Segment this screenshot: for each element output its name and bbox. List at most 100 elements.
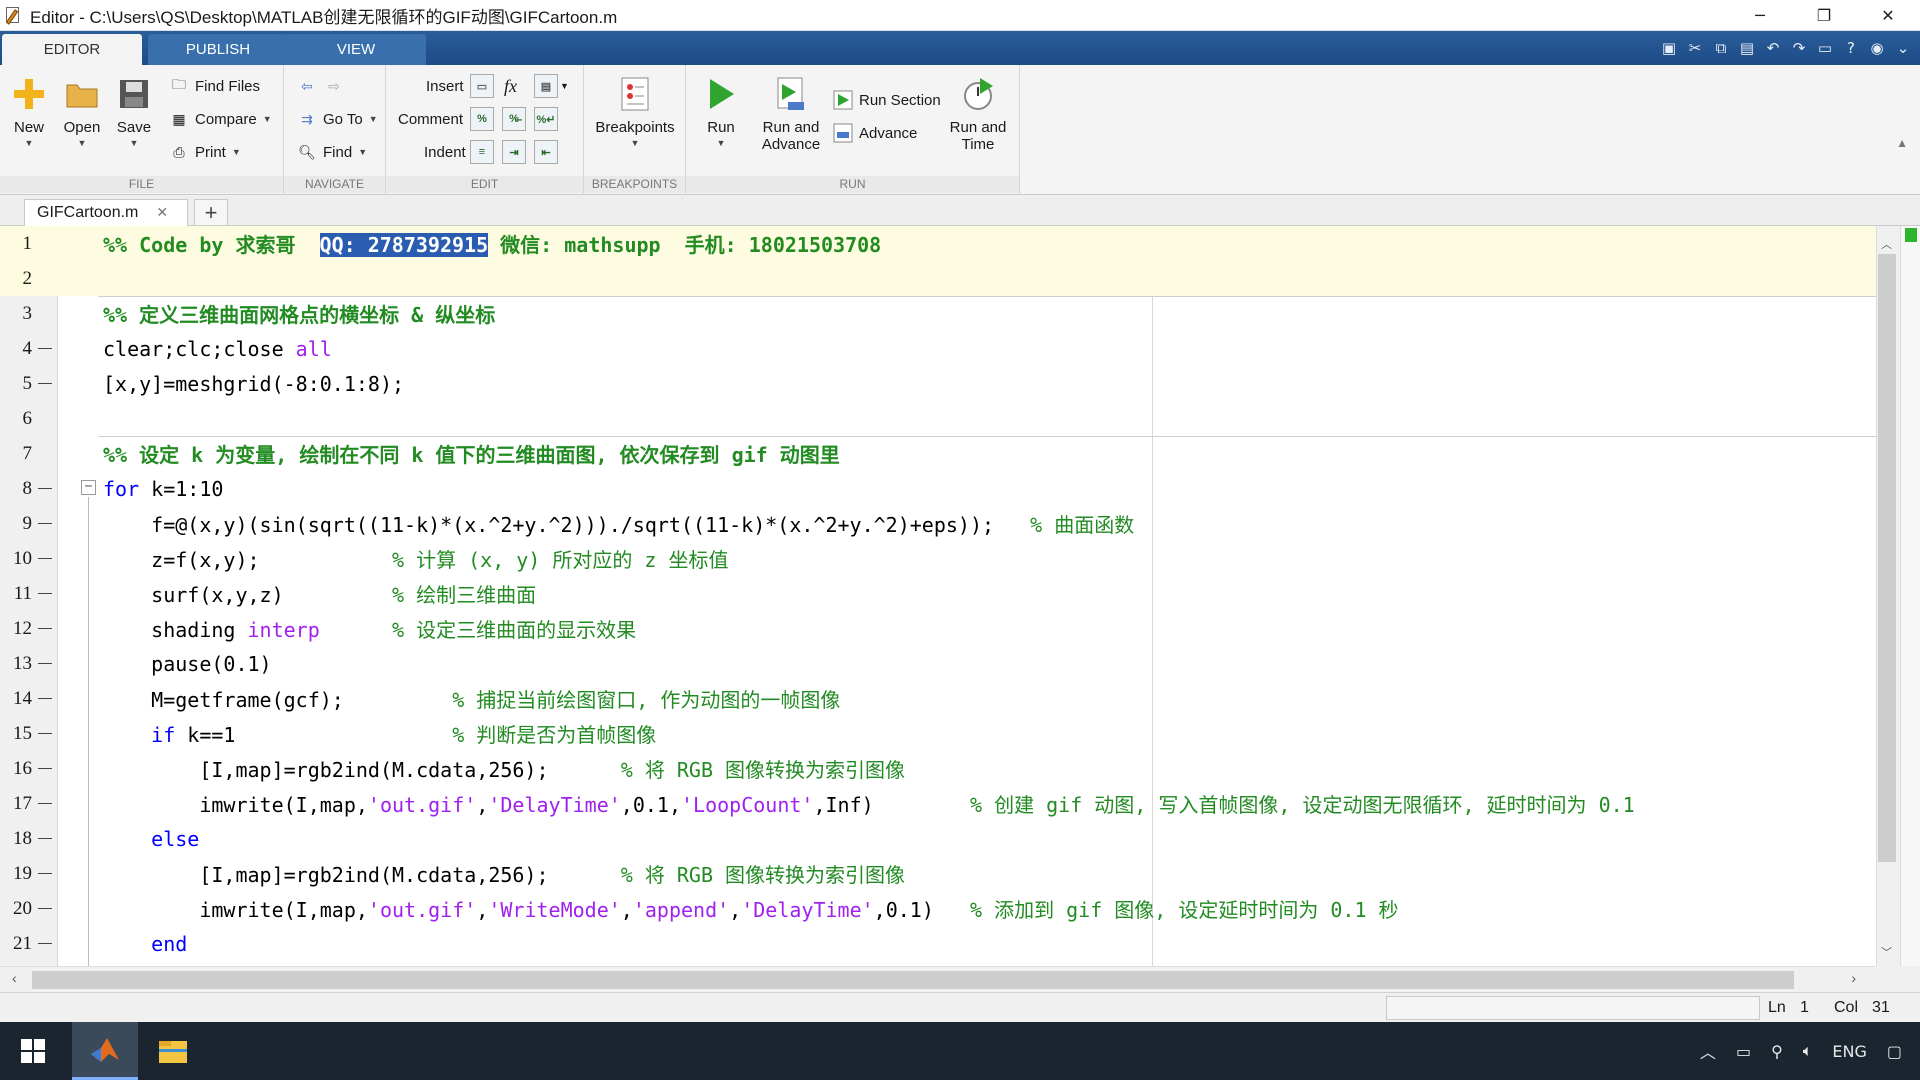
insert-button[interactable]: Insert <box>426 73 464 99</box>
line-label: Ln <box>1768 999 1786 1016</box>
code-line-6[interactable]: 6 <box>0 401 1876 436</box>
decrease-indent-icon[interactable]: ⇤ <box>534 140 558 164</box>
navigate-section-label: NAVIGATE <box>284 176 385 193</box>
close-tab-icon[interactable]: ✕ <box>156 205 168 221</box>
scroll-right-icon[interactable]: › <box>1851 970 1856 986</box>
notifications-icon[interactable]: ▢ <box>1887 1042 1902 1061</box>
code-line-5[interactable]: 5 [x,y]=meshgrid(-8:0.1:8); <box>0 366 1876 401</box>
document-tab-label: GIFCartoon.m <box>37 204 139 221</box>
fx-button[interactable]: fx <box>504 73 517 99</box>
code-line-7[interactable]: 7 %% 设定 k 为变量, 绘制在不同 k 值下的三维曲面图, 依次保存到 g… <box>0 436 1876 471</box>
run-and-time-button[interactable]: Run and Time <box>948 75 1008 153</box>
code-line-21[interactable]: 21 end <box>0 926 1876 961</box>
taskbar-file-explorer[interactable] <box>140 1022 206 1080</box>
code-analyzer-status-icon[interactable] <box>1905 228 1917 242</box>
expand-menu-icon[interactable]: ⌄ <box>1890 35 1916 61</box>
run-section-button[interactable]: Run Section <box>832 87 941 113</box>
maximize-button[interactable]: ❐ <box>1792 0 1856 31</box>
code-editor[interactable]: 1 %% Code by 求索哥 QQ: 2787392915 微信: math… <box>0 226 1876 966</box>
show-hidden-icons-icon[interactable]: ︿ <box>1700 1039 1716 1063</box>
horizontal-scroll-thumb[interactable] <box>32 971 1794 989</box>
language-indicator[interactable]: ENG <box>1832 1042 1866 1061</box>
code-line-16[interactable]: 16 [I,map]=rgb2ind(M.cdata,256); % 将 RGB… <box>0 751 1876 786</box>
scroll-down-icon[interactable]: ﹀ <box>1881 944 1892 960</box>
insert-section-icon[interactable]: ▭ <box>470 74 494 98</box>
find-button[interactable]: 🔍︎ Find ▼ <box>296 139 367 165</box>
comment-icon[interactable]: % <box>470 107 494 131</box>
minimize-button[interactable]: ─ <box>1728 0 1792 31</box>
code-line-9[interactable]: 9 f=@(x,y)(sin(sqrt((11-k)*(x.^2+y.^2)))… <box>0 506 1876 541</box>
quick-access-toolbar: ▣ ✂ ⧉ ▤ ↶ ↷ ▭ ? ◉ ⌄ <box>1656 31 1920 65</box>
advance-button[interactable]: Advance <box>832 120 917 146</box>
open-button[interactable]: Open ▼ <box>62 75 102 148</box>
find-files-icon: 🗀 <box>172 76 186 92</box>
code-line-17[interactable]: 17 imwrite(I,map,'out.gif','DelayTime',0… <box>0 786 1876 821</box>
document-tab-bar: GIFCartoon.m ✕ + <box>0 196 1920 226</box>
forward-arrow-icon[interactable]: ⇨ <box>323 75 345 97</box>
indent-button[interactable]: Indent <box>424 139 466 165</box>
code-line-10[interactable]: 10 z=f(x,y); % 计算 (x, y) 所对应的 z 坐标值 <box>0 541 1876 576</box>
code-line-3[interactable]: 3 %% 定义三维曲面网格点的横坐标 & 纵坐标 <box>0 296 1876 331</box>
code-line-15[interactable]: 15 if k==1 % 判断是否为首帧图像 <box>0 716 1876 751</box>
printer-icon: ⎙ <box>173 143 185 160</box>
taskbar-matlab[interactable] <box>72 1022 138 1080</box>
insert-function-icon[interactable]: ▤ <box>534 74 558 98</box>
breakpoints-button[interactable]: Breakpoints ▼ <box>594 75 676 148</box>
tab-view[interactable]: VIEW <box>286 34 426 65</box>
insert-dropdown[interactable]: ▼ <box>560 73 569 99</box>
tab-editor[interactable]: EDITOR <box>2 34 142 65</box>
find-files-button[interactable]: 🗀 Find Files <box>168 73 260 99</box>
comment-button[interactable]: Comment <box>398 106 463 132</box>
print-button[interactable]: ⎙ Print ▼ <box>168 139 240 165</box>
code-line-2[interactable]: 2 <box>0 261 1876 296</box>
save-icon[interactable]: ▣ <box>1656 35 1682 61</box>
wrap-comments-icon[interactable]: %↵ <box>534 107 558 131</box>
back-forward-buttons[interactable]: ⇦ ⇨ <box>296 73 350 99</box>
switch-windows-icon[interactable]: ▭ <box>1812 35 1838 61</box>
network-icon[interactable]: ⚲ <box>1771 1042 1783 1061</box>
document-tab-gifcartoon[interactable]: GIFCartoon.m ✕ <box>24 199 188 226</box>
collapse-ribbon-icon[interactable]: ▲ <box>1896 136 1908 150</box>
volume-icon[interactable]: 🔈︎ <box>1803 1041 1813 1061</box>
code-line-19[interactable]: 19 [I,map]=rgb2ind(M.cdata,256); % 将 RGB… <box>0 856 1876 891</box>
battery-icon[interactable]: ▭ <box>1736 1042 1751 1061</box>
start-button[interactable] <box>0 1022 66 1080</box>
code-line-11[interactable]: 11 surf(x,y,z) % 绘制三维曲面 <box>0 576 1876 611</box>
code-line-1[interactable]: 1 %% Code by 求索哥 QQ: 2787392915 微信: math… <box>0 226 1876 261</box>
run-and-advance-button[interactable]: Run and Advance <box>756 75 826 153</box>
code-line-20[interactable]: 20 imwrite(I,map,'out.gif','WriteMode','… <box>0 891 1876 926</box>
vertical-scroll-thumb[interactable] <box>1878 254 1896 862</box>
new-tab-button[interactable]: + <box>194 199 228 226</box>
tab-publish[interactable]: PUBLISH <box>148 34 288 65</box>
new-button[interactable]: New ▼ <box>10 75 48 148</box>
code-line-13[interactable]: 13 pause(0.1) <box>0 646 1876 681</box>
breakpoints-icon <box>616 75 654 113</box>
scroll-left-icon[interactable]: ‹ <box>12 970 17 986</box>
run-button[interactable]: Run ▼ <box>696 75 746 148</box>
save-button[interactable]: Save ▼ <box>114 75 154 148</box>
close-window-button[interactable]: ✕ <box>1856 0 1920 31</box>
paste-icon[interactable]: ▤ <box>1734 35 1760 61</box>
code-line-14[interactable]: 14 M=getframe(gcf); % 捕捉当前绘图窗口, 作为动图的一帧图… <box>0 681 1876 716</box>
breakpoints-section: Breakpoints ▼ BREAKPOINTS <box>584 65 686 195</box>
fold-toggle-icon[interactable]: − <box>81 480 96 495</box>
compare-button[interactable]: ▦ Compare ▼ <box>168 106 271 132</box>
copy-icon[interactable]: ⧉ <box>1708 35 1734 61</box>
undo-icon[interactable]: ↶ <box>1760 35 1786 61</box>
ribbon-toolstrip: New ▼ Open ▼ Save ▼ 🗀 Find Files ▦ Compare ▼ ⎙… <box>0 65 1920 195</box>
back-arrow-icon[interactable]: ⇦ <box>296 75 318 97</box>
code-line-4[interactable]: 4 clear;clc;close all <box>0 331 1876 366</box>
search-docs-icon[interactable]: ◉ <box>1864 35 1890 61</box>
help-icon[interactable]: ? <box>1838 35 1864 61</box>
code-line-18[interactable]: 18 else <box>0 821 1876 856</box>
goto-button[interactable]: ⇉ Go To ▼ <box>296 106 378 132</box>
cut-icon[interactable]: ✂ <box>1682 35 1708 61</box>
increase-indent-icon[interactable]: ⇥ <box>502 140 526 164</box>
uncomment-icon[interactable]: %̶ <box>502 107 526 131</box>
stopwatch-icon <box>959 75 997 113</box>
code-line-8[interactable]: 8 − for k=1:10 <box>0 471 1876 506</box>
redo-icon[interactable]: ↷ <box>1786 35 1812 61</box>
smart-indent-icon[interactable]: ≡ <box>470 140 494 164</box>
code-line-12[interactable]: 12 shading interp % 设定三维曲面的显示效果 <box>0 611 1876 646</box>
scroll-up-icon[interactable]: ︿ <box>1881 236 1892 252</box>
